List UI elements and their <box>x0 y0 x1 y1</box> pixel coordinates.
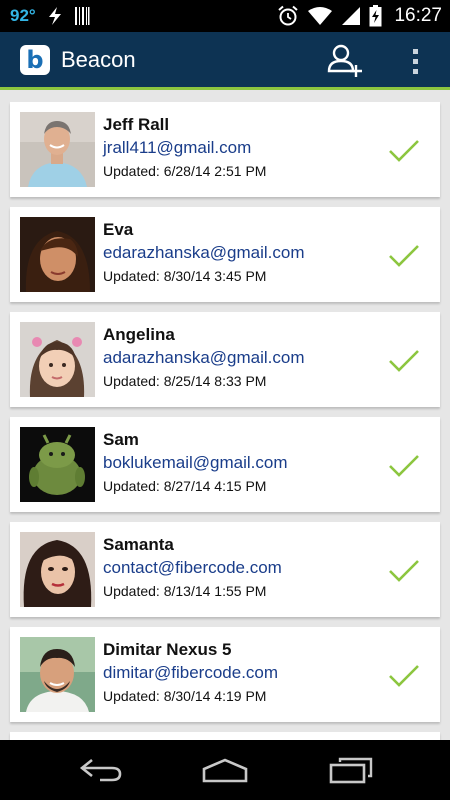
wifi-icon <box>307 6 333 26</box>
contact-name: Samanta <box>103 535 174 554</box>
check-icon <box>389 245 419 267</box>
contact-email: boklukemail@gmail.com <box>103 453 288 472</box>
overflow-menu-button[interactable] <box>400 42 430 80</box>
contact-name: Dimitar Nexus 5 <box>103 640 232 659</box>
add-user-icon <box>327 44 362 77</box>
contact-email: jrall411@gmail.com <box>103 138 252 157</box>
avatar <box>20 532 95 607</box>
contact-name: Angelina <box>103 325 175 344</box>
contact-card[interactable]: Samanta contact@fibercode.com Updated: 8… <box>10 522 440 617</box>
clock-time: 16:27 <box>394 5 442 26</box>
contact-email: contact@fibercode.com <box>103 558 282 577</box>
contact-email: edarazhanska@gmail.com <box>103 243 305 262</box>
avatar <box>20 637 95 712</box>
back-button[interactable] <box>76 754 126 786</box>
alarm-icon <box>277 5 299 27</box>
check-icon <box>389 455 419 477</box>
app-title: Beacon <box>61 47 136 72</box>
check-icon <box>389 665 419 687</box>
add-user-button[interactable] <box>322 40 368 82</box>
barcode-icon <box>74 6 90 26</box>
contact-updated: Updated: 6/28/14 2:51 PM <box>103 163 267 179</box>
contact-card[interactable]: Sam boklukemail@gmail.com Updated: 8/27/… <box>10 417 440 512</box>
contact-name: Sam <box>103 430 139 449</box>
check-icon <box>389 140 419 162</box>
status-bar: 92° 16:27 <box>0 0 450 32</box>
beacon-logo-icon: b <box>20 45 50 75</box>
recent-apps-icon <box>329 757 373 784</box>
recent-apps-button[interactable] <box>326 754 376 786</box>
contact-card[interactable]: Jeff Rall jrall411@gmail.com Updated: 6/… <box>10 102 440 197</box>
overflow-menu-icon <box>412 48 418 54</box>
app-bar: b Beacon <box>0 32 450 90</box>
contact-updated: Updated: 8/30/14 4:19 PM <box>103 688 267 704</box>
status-bar-left: 92° <box>10 0 90 32</box>
battery-charging-icon <box>369 5 382 27</box>
contact-card[interactable]: Dimitar Nexus 5 dimitar@fibercode.com Up… <box>10 627 440 722</box>
avatar <box>20 217 95 292</box>
contact-updated: Updated: 8/25/14 8:33 PM <box>103 373 267 389</box>
bolt-icon <box>46 6 64 26</box>
signal-icon <box>341 6 361 26</box>
home-icon <box>202 758 248 783</box>
avatar <box>20 427 95 502</box>
status-bar-right: 16:27 <box>277 0 442 32</box>
contact-name: Jeff Rall <box>103 115 170 134</box>
contact-updated: Updated: 8/30/14 3:45 PM <box>103 268 267 284</box>
navigation-bar <box>0 740 450 800</box>
contact-name: Eva <box>103 220 134 239</box>
back-icon <box>79 758 122 782</box>
contact-updated: Updated: 8/13/14 1:55 PM <box>103 583 267 599</box>
contact-card-partial[interactable] <box>10 732 440 740</box>
temperature-readout: 92° <box>10 6 36 25</box>
home-button[interactable] <box>200 754 250 786</box>
contact-card[interactable]: Angelina adarazhanska@gmail.com Updated:… <box>10 312 440 407</box>
logo-letter: b <box>26 46 44 74</box>
check-icon <box>389 350 419 372</box>
contact-email: adarazhanska@gmail.com <box>103 348 305 367</box>
avatar <box>20 112 95 187</box>
avatar <box>20 322 95 397</box>
check-icon <box>389 560 419 582</box>
contact-updated: Updated: 8/27/14 4:15 PM <box>103 478 267 494</box>
contact-list[interactable]: Jeff Rall jrall411@gmail.com Updated: 6/… <box>0 93 450 740</box>
contact-card[interactable]: Eva edarazhanska@gmail.com Updated: 8/30… <box>10 207 440 302</box>
contact-email: dimitar@fibercode.com <box>103 663 279 682</box>
